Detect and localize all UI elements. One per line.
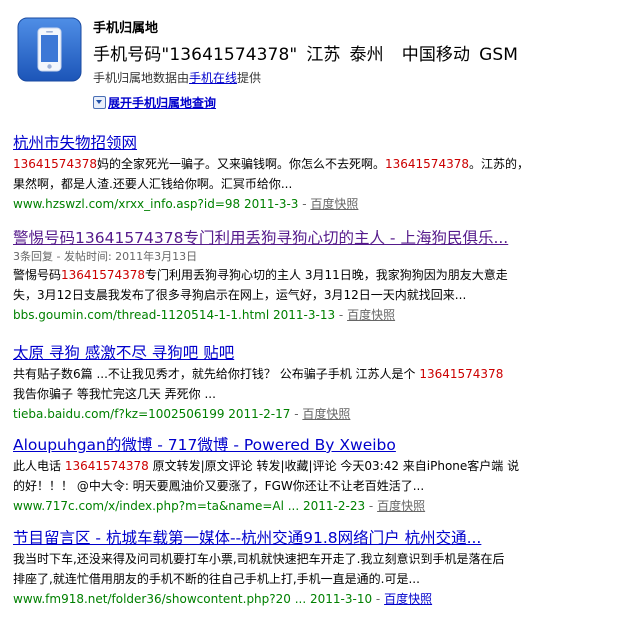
result-url: www.717c.com/x/index.php?m=ta&name=Al ..…	[13, 499, 426, 513]
expand-query-link[interactable]: 展开手机归属地查询	[108, 96, 216, 110]
result-url: tieba.baidu.com/f?kz=1002506199 2011-2-1…	[13, 407, 351, 421]
snapshot-link[interactable]: 百度快照	[377, 499, 425, 513]
snapshot-link[interactable]: 百度快照	[302, 407, 350, 421]
result-title-link[interactable]: 杭州市失物招领网	[13, 134, 137, 152]
result-abstract: 共有贴子数6篇 ...不让我见秀才，就先给你打钱？ 公布骗子手机 江苏人是个 1…	[13, 367, 504, 401]
result-url: www.hzswzl.com/xrxx_info.asp?id=98 2011-…	[13, 197, 359, 211]
mobile-phone-icon	[17, 17, 82, 82]
snapshot-link[interactable]: 百度快照	[347, 308, 395, 322]
phone-location-card: 手机归属地 手机号码"13641574378" 江苏 泰州 中国移动 GSM 手机归属地…	[17, 17, 617, 117]
result-post-meta: 3条回复 - 发帖时间: 2011年3月13日	[13, 250, 198, 263]
snapshot-link[interactable]: 百度快照	[384, 592, 432, 606]
result-title-link[interactable]: 节目留言区 - 杭城车载第一媒体--杭州交通91.8网络门户 杭州交通...	[13, 529, 481, 547]
result-url: bbs.goumin.com/thread-1120514-1-1.html 2…	[13, 308, 396, 322]
snapshot-link[interactable]: 百度快照	[310, 197, 358, 211]
search-result-4: Aloupuhgan的微博 - 717微博 - Powered By Xweib…	[13, 435, 628, 515]
search-result-2: 警惕号码13641574378专门利用丢狗寻狗心切的主人 - 上海狗民俱乐...…	[13, 228, 628, 324]
network-type: GSM	[479, 45, 519, 65]
card-title: 手机归属地	[93, 21, 159, 36]
result-abstract: 此人电话 13641574378 原文转发|原文评论 转发|收藏|评论 今天03…	[13, 459, 520, 493]
phone-number-result: 手机号码"13641574378" 江苏 泰州 中国移动 GSM	[93, 40, 518, 65]
result-title-link[interactable]: Aloupuhgan的微博 - 717微博 - Powered By Xweib…	[13, 436, 396, 454]
result-title-link[interactable]: 警惕号码13641574378专门利用丢狗寻狗心切的主人 - 上海狗民俱乐...	[13, 229, 508, 247]
search-result-1: 杭州市失物招领网 13641574378妈的全家死光一骗子。又来骗钱啊。你怎么不…	[13, 133, 628, 213]
search-result-5: 节目留言区 - 杭城车载第一媒体--杭州交通91.8网络门户 杭州交通... 我…	[13, 528, 628, 608]
phone-number-label: 手机号码"13641574378"	[93, 45, 298, 65]
expand-query[interactable]: 展开手机归属地查询	[93, 94, 216, 111]
result-abstract: 13641574378妈的全家死光一骗子。又来骗钱啊。你怎么不去死啊。13641…	[13, 157, 529, 191]
data-source-note: 手机归属地数据由手机在线提供	[93, 71, 262, 85]
city: 泰州	[349, 45, 384, 65]
data-source-link[interactable]: 手机在线	[189, 71, 237, 85]
result-title-link[interactable]: 太原 寻狗 感激不尽 寻狗吧 贴吧	[13, 344, 234, 362]
expand-arrow-icon[interactable]	[93, 96, 106, 109]
result-abstract: 警惕号码13641574378专门利用丢狗寻狗心切的主人 3月11日晚，我家狗狗…	[13, 268, 508, 302]
result-url: www.fm918.net/folder36/showcontent.php?2…	[13, 592, 433, 606]
result-abstract: 我当时下车,还没来得及问司机要打车小票,司机就快速把车开走了.我立刻意识到手机是…	[13, 552, 505, 586]
province: 江苏	[306, 45, 341, 65]
carrier: 中国移动	[401, 45, 471, 65]
search-result-3: 太原 寻狗 感激不尽 寻狗吧 贴吧 共有贴子数6篇 ...不让我见秀才，就先给你…	[13, 343, 628, 423]
